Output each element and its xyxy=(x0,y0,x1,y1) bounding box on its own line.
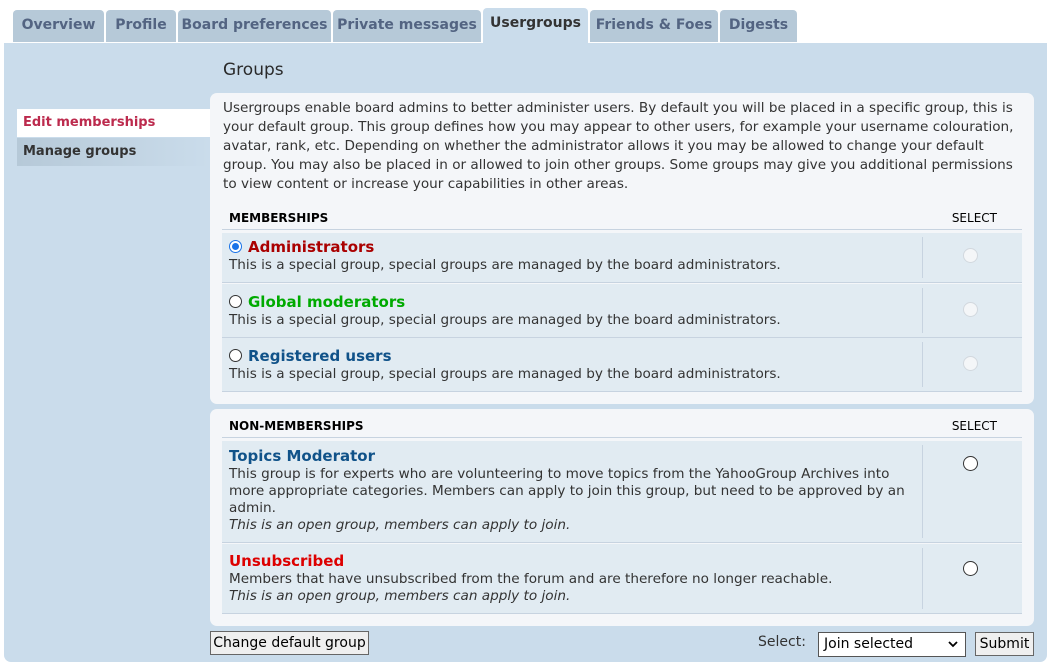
tab-usergroups[interactable]: Usergroups xyxy=(483,8,588,44)
group-description: This is a special group, special groups … xyxy=(229,312,781,328)
page-title: Groups xyxy=(223,60,284,80)
select-radio[interactable] xyxy=(963,561,978,576)
group-row: Global moderators This is a special grou… xyxy=(222,284,1022,338)
group-name-link[interactable]: Registered users xyxy=(248,347,392,365)
non-memberships-header: NON-MEMBERSHIPS SELECT xyxy=(222,417,1022,438)
default-group-radio[interactable] xyxy=(229,240,242,253)
memberships-title: MEMBERSHIPS xyxy=(229,211,329,225)
non-memberships-title: NON-MEMBERSHIPS xyxy=(229,419,364,433)
group-row: Registered users This is a special group… xyxy=(222,338,1022,392)
tab-profile[interactable]: Profile xyxy=(106,10,176,42)
chevron-down-icon xyxy=(948,641,958,648)
tab-bar: Overview Profile Board preferences Priva… xyxy=(0,0,1052,44)
tab-private-messages[interactable]: Private messages xyxy=(333,10,481,42)
select-radio xyxy=(963,248,978,263)
menu-manage-groups[interactable]: Manage groups xyxy=(17,138,210,166)
select-radio xyxy=(963,302,978,317)
group-name-link[interactable]: Topics Moderator xyxy=(229,447,375,465)
intro-text: Usergroups enable board admins to better… xyxy=(223,100,1014,192)
memberships-header: MEMBERSHIPS SELECT xyxy=(222,209,1022,230)
select-radio xyxy=(963,356,978,371)
change-default-group-button[interactable]: Change default group xyxy=(210,631,369,655)
action-select-value: Join selected xyxy=(824,636,914,652)
group-name-link[interactable]: Unsubscribed xyxy=(229,552,344,570)
group-description: Members that have unsubscribed from the … xyxy=(229,571,833,587)
select-label: Select: xyxy=(758,634,806,650)
tab-overview[interactable]: Overview xyxy=(13,10,104,42)
select-column-header: SELECT xyxy=(951,211,997,225)
group-note: This is an open group, members can apply… xyxy=(229,588,571,604)
tab-board-preferences[interactable]: Board preferences xyxy=(178,10,331,42)
select-radio[interactable] xyxy=(963,456,978,471)
menu-edit-memberships[interactable]: Edit memberships xyxy=(17,109,210,137)
group-note: This is an open group, members can apply… xyxy=(229,517,571,533)
submit-button[interactable]: Submit xyxy=(975,632,1034,656)
group-name-link[interactable]: Administrators xyxy=(248,238,374,256)
group-name-link[interactable]: Global moderators xyxy=(248,293,405,311)
group-row: Topics Moderator This group is for exper… xyxy=(222,441,1022,543)
default-group-radio[interactable] xyxy=(229,295,242,308)
group-row: Unsubscribed Members that have unsubscri… xyxy=(222,544,1022,614)
group-row: Administrators This is a special group, … xyxy=(222,233,1022,283)
tab-digests[interactable]: Digests xyxy=(720,10,797,42)
tab-friends-foes[interactable]: Friends & Foes xyxy=(590,10,718,42)
group-description: This is a special group, special groups … xyxy=(229,257,781,273)
default-group-radio[interactable] xyxy=(229,349,242,362)
select-column-header: SELECT xyxy=(951,419,997,433)
group-description: This is a special group, special groups … xyxy=(229,366,781,382)
group-description: This group is for experts who are volunt… xyxy=(229,466,905,516)
action-select[interactable]: Join selected xyxy=(818,632,966,657)
